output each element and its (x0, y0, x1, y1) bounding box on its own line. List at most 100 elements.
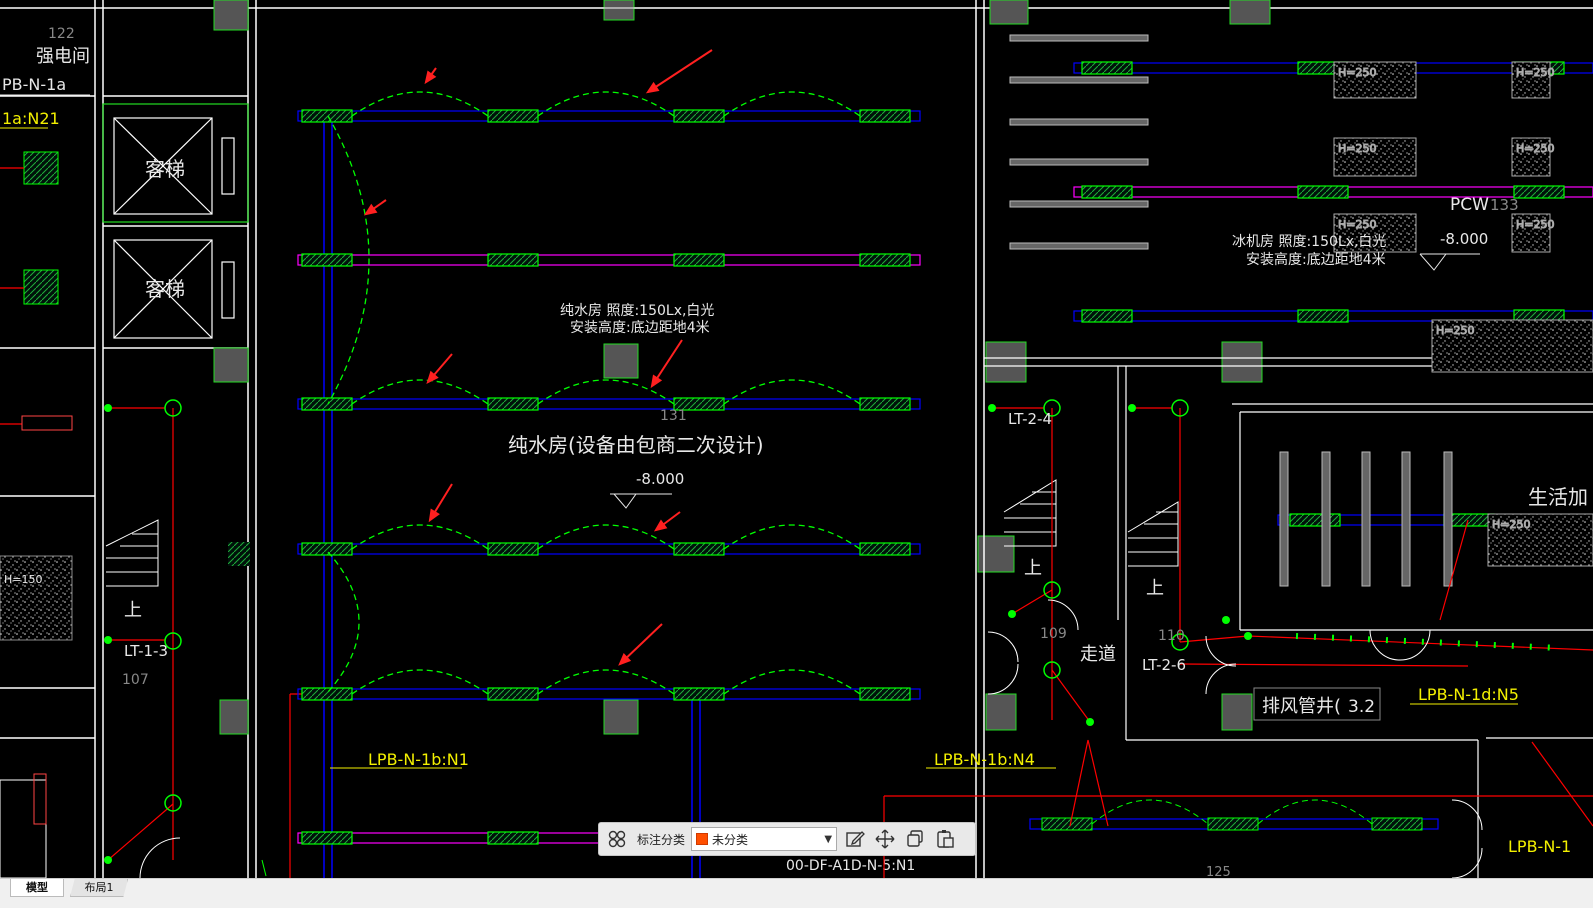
pipe-bar (1009, 242, 1149, 250)
light-fixture[interactable] (301, 109, 353, 123)
circuit-row (297, 688, 921, 700)
h250-label: H=250 (1516, 142, 1554, 155)
light-fixture[interactable] (487, 253, 539, 267)
category-value: 未分类 (712, 832, 749, 847)
category-dropdown[interactable]: 未分类 ▼ (691, 827, 838, 851)
light-fixture[interactable] (673, 109, 725, 123)
room-131-label: 131 (660, 408, 687, 424)
cad-drawing-canvas[interactable]: 客梯 客梯 122 强电间 PB-N-1a 1a:N21 H=150 上 LT-… (0, 0, 1593, 878)
h250-label: H=250 (1516, 66, 1554, 79)
arrow-head (645, 81, 660, 94)
pipe-bar-vertical (1443, 451, 1453, 587)
room-133-label: 133 (1490, 196, 1519, 214)
light-fixture[interactable] (301, 542, 353, 556)
pipe-bar (1009, 34, 1149, 42)
light-fixture[interactable] (487, 542, 539, 556)
lt24-label: LT-2-4 (1008, 410, 1052, 428)
move-icon[interactable] (873, 827, 897, 851)
lt26-label: LT-2-6 (1142, 656, 1186, 674)
light-fixture[interactable] (1297, 309, 1349, 323)
room-109-label: 109 (1040, 626, 1067, 642)
pipe-bar-vertical (1361, 451, 1371, 587)
light-fixture[interactable] (487, 831, 539, 845)
light-fixture[interactable] (1041, 817, 1093, 831)
edit-icon[interactable] (843, 827, 867, 851)
light-fixture[interactable] (1081, 309, 1133, 323)
pipe-bar (1009, 76, 1149, 84)
h150-label: H=150 (4, 573, 42, 586)
light-fixture[interactable] (859, 109, 911, 123)
left-switches[interactable] (104, 404, 112, 864)
circuit-1b-n4-label[interactable]: LPB-N-1b:N4 (934, 750, 1035, 769)
light-fixture[interactable] (859, 687, 911, 701)
copy-icon[interactable] (903, 827, 927, 851)
light-fixture[interactable] (859, 542, 911, 556)
circuit-1d-n5-label[interactable]: LPB-N-1d:N5 (1418, 685, 1519, 704)
left-stair[interactable] (105, 519, 159, 587)
dashed-arc (537, 669, 675, 695)
light-fixture[interactable] (1371, 817, 1423, 831)
dashed-arc (723, 524, 861, 550)
right-stair-2[interactable] (1127, 501, 1179, 567)
circuit-1a-label: 1a:N21 (2, 109, 60, 128)
left-bottom-door[interactable] (0, 773, 181, 878)
pipe-bar (1009, 158, 1149, 166)
light-fixture[interactable] (673, 253, 725, 267)
circuit-1d-partial-label[interactable]: LPB-N-1 (1508, 837, 1571, 856)
light-fixture[interactable] (1081, 61, 1133, 75)
dashed-arc (351, 91, 489, 117)
red-arrows (363, 49, 713, 666)
bottom-partial-label: 00-DF-A1D-N-5:N1 (786, 858, 915, 874)
light-fixture[interactable] (487, 687, 539, 701)
light-fixture[interactable] (859, 397, 911, 411)
h250-label: H=250 (1436, 324, 1474, 337)
light-fixture[interactable] (1289, 513, 1341, 527)
paste-icon[interactable] (933, 827, 957, 851)
grid-icon[interactable] (605, 827, 629, 851)
pipe-bar (1009, 200, 1149, 208)
light-fixture[interactable] (301, 831, 353, 845)
light-fixture[interactable] (487, 397, 539, 411)
circuit-row (297, 110, 921, 122)
circuit-1b-n1-label[interactable]: LPB-N-1b:N1 (368, 750, 469, 769)
light-fixture[interactable] (673, 687, 725, 701)
light-fixture[interactable] (1297, 185, 1349, 199)
exhaust-shaft-number: 3.2 (1348, 697, 1375, 717)
light-fixture[interactable] (673, 542, 725, 556)
panel-1a-label: PB-N-1a (2, 75, 66, 94)
tab-layout-1[interactable]: 布局1 (70, 879, 128, 897)
left-fixtures[interactable] (23, 151, 59, 305)
h150-equipment[interactable] (0, 555, 73, 641)
pipe-bar-vertical (1321, 451, 1331, 587)
elevator-1-label: 客梯 (145, 157, 185, 181)
fixture-rows (297, 61, 1593, 845)
circuit-row (297, 543, 921, 555)
pure-water-level-marker (610, 493, 672, 509)
h250-label: H=250 (1338, 218, 1376, 231)
light-fixture[interactable] (1207, 817, 1259, 831)
circuit-row (297, 398, 921, 410)
arrow-head (424, 70, 437, 85)
h250-label: H=250 (1516, 218, 1554, 231)
corridor-label: 走道 (1080, 644, 1116, 665)
left-red-fixture[interactable] (21, 415, 73, 431)
elevator-2-label: 客梯 (145, 277, 185, 301)
left-walls (0, 0, 1593, 878)
pure-water-spec-line2: 安装高度:底边距地4米 (570, 319, 710, 336)
left-stair-up-label: 上 (124, 600, 142, 621)
light-fixture[interactable] (301, 253, 353, 267)
pcw-label: PCW (1450, 195, 1489, 215)
tab-model[interactable]: 模型 (10, 879, 64, 897)
domestic-partial-label: 生活加 (1528, 485, 1588, 509)
light-fixture[interactable] (859, 253, 911, 267)
arrow-head (650, 374, 663, 389)
light-fixture[interactable] (1513, 185, 1565, 199)
light-fixture[interactable] (1081, 185, 1133, 199)
dashed-arc (351, 379, 489, 405)
light-fixture[interactable] (301, 687, 353, 701)
arrow-line (647, 49, 713, 93)
strong-room-number: 122 (48, 26, 75, 42)
light-fixture[interactable] (487, 109, 539, 123)
pipe-bar (1009, 118, 1149, 126)
light-fixture[interactable] (301, 397, 353, 411)
